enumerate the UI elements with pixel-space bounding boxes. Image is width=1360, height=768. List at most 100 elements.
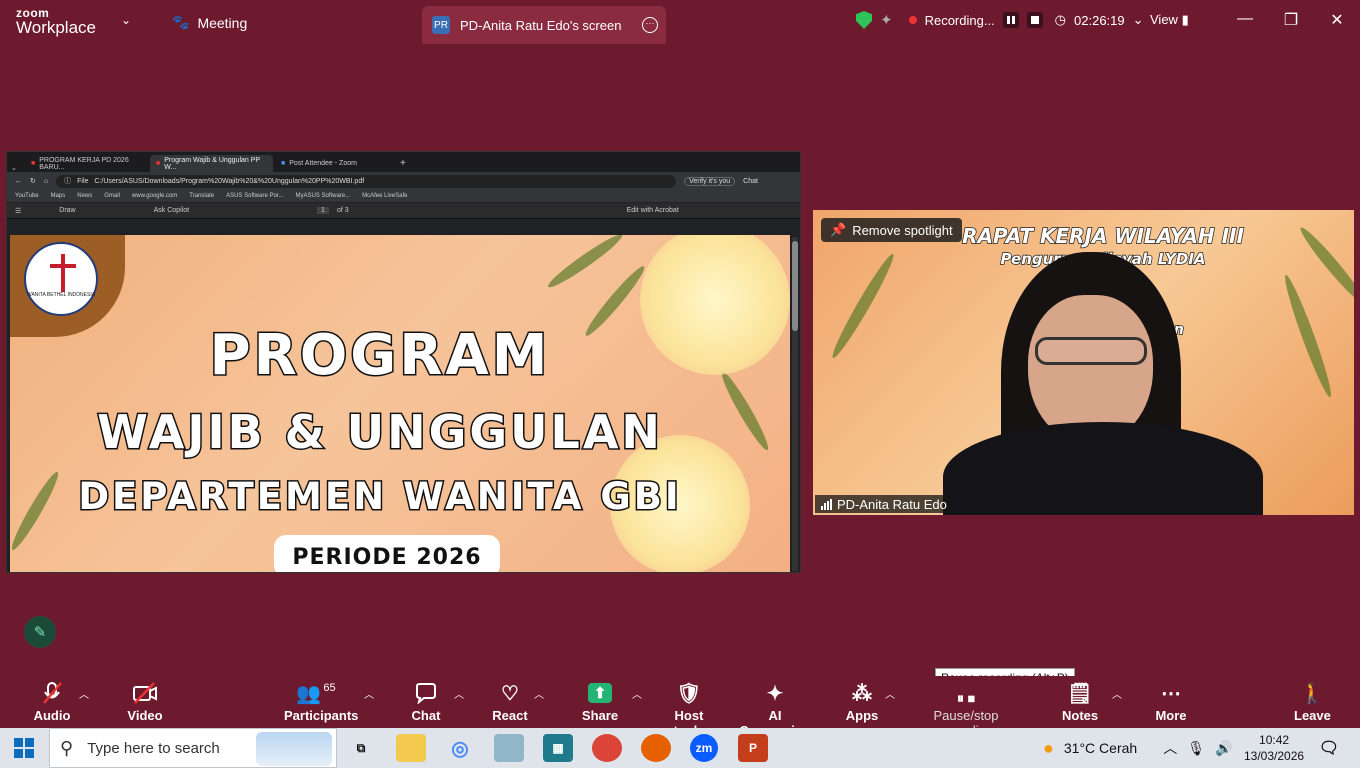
draw-button[interactable]: Draw — [59, 207, 75, 214]
share-button[interactable]: ⬆ Share — [580, 680, 620, 723]
firefox-icon[interactable] — [641, 734, 671, 762]
microphone-icon[interactable]: 🎙 — [1187, 740, 1205, 757]
bookmark-gmail[interactable]: Gmail — [104, 193, 120, 199]
participant-body — [943, 422, 1263, 515]
encryption-shield-icon[interactable] — [856, 11, 872, 29]
browser-tab-3[interactable]: ■ Post Attendee - Zoom — [275, 155, 398, 172]
edit-with-acrobat-button[interactable]: Edit with Acrobat — [627, 207, 679, 214]
bookmark-translate[interactable]: Translate — [189, 193, 214, 199]
apps-caret-icon[interactable]: ︿ — [885, 686, 895, 701]
bookmark-myasus[interactable]: MyASUS Software... — [295, 193, 350, 199]
meeting-button[interactable]: 🐾 Meeting — [172, 14, 247, 31]
minimize-icon[interactable]: — — [1235, 10, 1255, 28]
annotate-pencil-button[interactable]: ✎ — [24, 616, 56, 648]
bookmark-maps[interactable]: Maps — [51, 193, 66, 199]
pause-stop-icon: ⏸ ⏹ — [957, 689, 975, 706]
ai-sparkle-icon: ✦ — [766, 682, 784, 705]
react-caret-icon[interactable]: ︿ — [534, 686, 544, 701]
bookmark-mcafee[interactable]: McAfee LiveSafe — [362, 193, 407, 199]
pdf-icon: ■ — [156, 160, 161, 167]
windows-start-icon[interactable] — [14, 738, 34, 758]
chevron-down-icon[interactable]: ⌄ — [121, 13, 131, 27]
photos-icon[interactable] — [494, 734, 524, 762]
taskbar-clock[interactable]: 10:42 13/03/2026 — [1244, 732, 1304, 764]
view-button[interactable]: View ▮ — [1150, 12, 1189, 28]
verify-button[interactable]: Verify it's you — [684, 176, 736, 186]
home-icon[interactable]: ⌂ — [44, 178, 48, 185]
address-field[interactable]: ⓘ File C:/Users/ASUS/Downloads/Program%2… — [56, 174, 677, 188]
stop-recording-button[interactable] — [1026, 12, 1043, 28]
participants-button[interactable]: 👥 65 Participants — [284, 680, 358, 723]
remove-spotlight-button[interactable]: 📌 Remove spotlight — [821, 218, 962, 242]
pdf-slide: WANITA BETHEL INDONESIA PROGRAM WAJIB & … — [10, 235, 790, 572]
chat-label: Chat — [411, 708, 441, 723]
notes-button[interactable]: 🗒 Notes — [1062, 680, 1098, 724]
task-view-icon[interactable]: ⧉ — [346, 734, 376, 762]
volume-icon[interactable]: 🔊 — [1215, 740, 1232, 757]
view-label: View — [1150, 12, 1178, 27]
bookmark-news[interactable]: News — [77, 193, 92, 199]
address-url: C:/Users/ASUS/Downloads/Program%20Wajib%… — [94, 177, 365, 185]
react-button[interactable]: ♡ React — [490, 680, 530, 724]
more-button[interactable]: ⋯ More — [1154, 680, 1188, 724]
new-tab-icon[interactable]: + — [400, 158, 406, 172]
apps-button[interactable]: ⁂ Apps — [845, 680, 879, 724]
leave-button[interactable]: 🚶 Leave — [1294, 680, 1331, 724]
tab-list-icon[interactable]: ⌄ — [11, 164, 23, 172]
file-explorer-icon[interactable] — [396, 734, 426, 762]
share-caret-icon[interactable]: ︿ — [632, 686, 642, 701]
chrome-icon[interactable] — [592, 734, 622, 762]
leaf-decoration — [1296, 223, 1354, 309]
sparkle-icon[interactable]: ✦ — [880, 11, 893, 29]
browser-tab-1[interactable]: ■ PROGRAM KERJA PD 2026 BARU... — [25, 155, 148, 172]
weather-icon[interactable]: ● — [1043, 738, 1054, 759]
notes-caret-icon[interactable]: ︿ — [1112, 686, 1122, 701]
video-button[interactable]: Video — [124, 680, 166, 723]
apps-label: Apps — [845, 708, 879, 723]
chat-caret-icon[interactable]: ︿ — [454, 686, 464, 701]
page-number-input[interactable]: 1 — [317, 207, 329, 214]
scroll-thumb[interactable] — [792, 241, 798, 331]
tray-chevron-icon[interactable]: ︿ — [1163, 738, 1177, 758]
bookmark-youtube[interactable]: YouTube — [15, 193, 39, 199]
cortana-icon[interactable]: ◎ — [445, 734, 475, 762]
taskbar-search[interactable]: ⚲ Type here to search — [49, 728, 337, 768]
chat-button[interactable]: Chat — [743, 178, 758, 185]
powerpoint-icon[interactable]: P — [738, 734, 768, 762]
spotlight-video[interactable]: RAPAT KERJA WILAYAH III Pengurus Wilayah… — [813, 210, 1354, 515]
shared-screen-view[interactable]: ⌄ ■ PROGRAM KERJA PD 2026 BARU... ■ Progra… — [6, 151, 801, 573]
leave-label: Leave — [1294, 708, 1331, 723]
chevron-down-icon[interactable]: ⌄ — [1133, 12, 1144, 28]
participant-name: PD-Anita Ratu Edo — [837, 496, 947, 512]
pause-recording-button[interactable] — [1002, 12, 1019, 28]
audio-options-caret-icon[interactable]: ︿ — [79, 686, 89, 701]
notifications-icon[interactable]: 🗨 — [1314, 734, 1344, 762]
pdf-icon: ■ — [31, 160, 36, 167]
browser-tab-strip: ⌄ ■ PROGRAM KERJA PD 2026 BARU... ■ Progra… — [7, 152, 800, 172]
reload-icon[interactable]: ↻ — [30, 177, 36, 185]
slide-title-departemen: DEPARTEMEN WANITA GBI — [77, 474, 682, 520]
shared-screen-tab[interactable]: PR PD-Anita Ratu Edo's screen ··· — [422, 6, 666, 44]
more-options-icon[interactable]: ··· — [642, 17, 658, 33]
weather-text[interactable]: 31°C Cerah — [1064, 740, 1137, 756]
zoom-app-icon[interactable]: zm — [690, 734, 718, 762]
bookmark-google[interactable]: www.google.com — [132, 193, 177, 199]
menu-icon[interactable]: ☰ — [15, 207, 21, 215]
zoom-icon: ■ — [281, 160, 286, 167]
search-placeholder: Type here to search — [87, 739, 220, 757]
pdf-scrollbar[interactable] — [792, 237, 798, 571]
browser-tab-2[interactable]: ■ Program Wajib & Unggulan PP W... — [150, 155, 273, 172]
audio-button[interactable]: Audio — [30, 680, 74, 723]
bookmark-asus-portal[interactable]: ASUS Software Por... — [226, 193, 283, 199]
chat-button[interactable]: Chat — [408, 680, 444, 723]
system-tray: ● 31°C Cerah ︿ 🎙 🔊 — [1043, 728, 1232, 768]
ask-copilot-button[interactable]: Ask Copilot — [154, 207, 189, 214]
calculator-icon[interactable]: ▦ — [543, 734, 573, 762]
participants-caret-icon[interactable]: ︿ — [364, 686, 374, 701]
view-layout-icon: ▮ — [1181, 12, 1189, 27]
back-icon[interactable]: ← — [15, 178, 22, 185]
zoom-workplace-logo: zoom Workplace — [16, 7, 96, 37]
close-icon[interactable]: ✕ — [1327, 10, 1347, 30]
windows-taskbar: ⚲ Type here to search ⧉ ◎ ▦ zm P ● 31°C … — [0, 728, 1360, 768]
restore-icon[interactable]: ❐ — [1281, 10, 1301, 30]
